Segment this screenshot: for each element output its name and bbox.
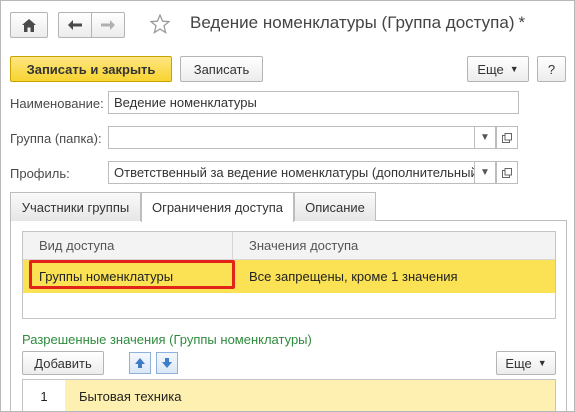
- group-dropdown-button[interactable]: ▼: [474, 126, 496, 149]
- title-text: Ведение номенклатуры (Группа доступа): [190, 13, 515, 32]
- tab-group-members[interactable]: Участники группы: [10, 192, 141, 221]
- group-open-button[interactable]: [496, 126, 518, 149]
- open-window-icon: [502, 132, 512, 143]
- help-button[interactable]: ?: [537, 56, 566, 82]
- group-field[interactable]: [108, 126, 475, 149]
- access-values-cell: Все запрещены, кроме 1 значения: [249, 269, 458, 284]
- profile-field[interactable]: Ответственный за ведение номенклатуры (д…: [108, 161, 475, 184]
- list-item[interactable]: 1 Бытовая техника: [23, 380, 555, 411]
- arrow-left-icon: [68, 20, 82, 30]
- back-button[interactable]: [58, 12, 92, 38]
- profile-label: Профиль:: [10, 166, 70, 181]
- name-field[interactable]: Ведение номенклатуры: [108, 91, 519, 114]
- profile-dropdown-button[interactable]: ▼: [474, 161, 496, 184]
- star-icon: [149, 13, 171, 35]
- arrow-right-icon: [101, 20, 115, 30]
- move-up-button[interactable]: [129, 352, 151, 374]
- save-and-close-button[interactable]: Записать и закрыть: [10, 56, 172, 82]
- table-header: Вид доступа Значения доступа: [23, 232, 555, 260]
- column-access-kind[interactable]: Вид доступа: [23, 232, 233, 260]
- home-icon: [22, 18, 36, 32]
- more-label: Еще: [477, 61, 504, 77]
- allowed-values-title: Разрешенные значения (Группы номенклатур…: [22, 332, 312, 347]
- add-button[interactable]: Добавить: [22, 351, 104, 375]
- move-down-button[interactable]: [156, 352, 178, 374]
- tab-description[interactable]: Описание: [294, 192, 376, 221]
- dropdown-arrow-icon: ▼: [480, 167, 490, 178]
- dropdown-arrow-icon: ▼: [537, 358, 547, 368]
- forward-button[interactable]: [91, 12, 125, 38]
- arrow-down-icon: [162, 358, 172, 368]
- name-label: Наименование:: [10, 96, 104, 111]
- row-number: 1: [23, 380, 65, 411]
- allowed-values-list: 1 Бытовая техника: [22, 379, 556, 411]
- modified-mark: *: [518, 13, 526, 32]
- save-button[interactable]: Записать: [180, 56, 263, 82]
- page-title: Ведение номенклатуры (Группа доступа) *: [190, 13, 525, 33]
- more-label: Еще: [505, 355, 532, 371]
- value-name: Бытовая техника: [79, 389, 182, 404]
- form-window: Ведение номенклатуры (Группа доступа) * З…: [0, 0, 575, 412]
- allowed-more-button[interactable]: Еще ▼: [496, 351, 556, 375]
- more-button[interactable]: Еще ▼: [467, 56, 529, 82]
- arrow-up-icon: [135, 358, 145, 368]
- highlight-frame: [29, 260, 235, 289]
- dropdown-arrow-icon: ▼: [509, 64, 519, 74]
- open-window-icon: [502, 167, 512, 178]
- home-button[interactable]: [10, 12, 48, 38]
- column-access-values[interactable]: Значения доступа: [233, 232, 374, 259]
- tab-access-restrictions[interactable]: Ограничения доступа: [141, 192, 294, 222]
- dropdown-arrow-icon: ▼: [480, 132, 490, 143]
- favorite-button[interactable]: [149, 13, 171, 37]
- profile-open-button[interactable]: [496, 161, 518, 184]
- group-label: Группа (папка):: [10, 131, 102, 146]
